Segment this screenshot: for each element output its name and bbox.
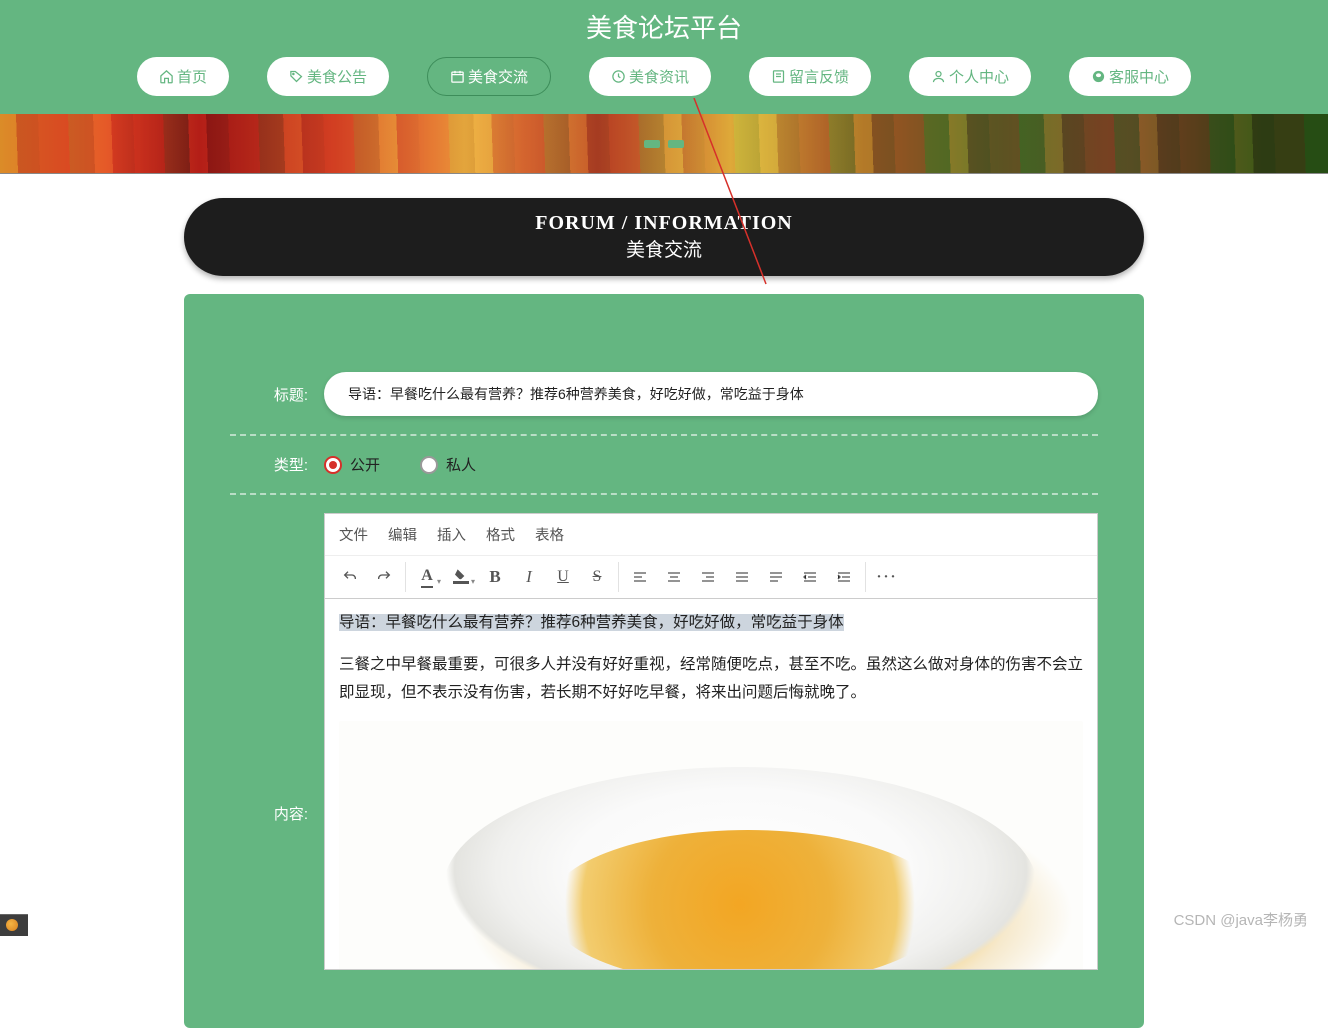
hero-banner (0, 114, 1328, 174)
bold-button[interactable]: B (478, 562, 512, 592)
strikethrough-button[interactable]: S (580, 562, 614, 592)
nav-feedback[interactable]: 留言反馈 (749, 57, 871, 96)
taskbar-stub (0, 914, 28, 936)
align-justify-button[interactable] (725, 562, 759, 592)
title-label: 标题: (230, 384, 308, 405)
align-left-button[interactable] (623, 562, 657, 592)
menu-insert[interactable]: 插入 (437, 524, 466, 545)
title-input[interactable] (324, 372, 1098, 416)
radio-icon (324, 456, 342, 474)
outdent-button[interactable] (793, 562, 827, 592)
nav-label: 美食公告 (307, 66, 367, 87)
editor-highlighted-text: 导语：早餐吃什么最有营养？推荐6种营养美食，好吃好做，常吃益于身体 (339, 614, 844, 631)
editor-content-area[interactable]: 导语：早餐吃什么最有营养？推荐6种营养美食，好吃好做，常吃益于身体 三餐之中早餐… (325, 599, 1097, 969)
site-header: 美食论坛平台 首页 美食公告 美食交流 美食资讯 留言反馈 个人中心 客服中心 (0, 0, 1328, 114)
radio-label: 公开 (350, 454, 380, 475)
nav-profile[interactable]: 个人中心 (909, 57, 1031, 96)
radio-icon (420, 456, 438, 474)
calendar-icon (450, 69, 465, 84)
menu-file[interactable]: 文件 (339, 524, 368, 545)
type-radio-group: 公开 私人 (324, 454, 476, 475)
nav-label: 美食交流 (468, 66, 528, 87)
nav-support[interactable]: 客服中心 (1069, 57, 1191, 96)
menu-table[interactable]: 表格 (535, 524, 564, 545)
radio-public[interactable]: 公开 (324, 454, 380, 475)
title-row: 标题: (230, 354, 1098, 434)
rich-text-editor: 文件 编辑 插入 格式 表格 A▾ ▾ B I (324, 513, 1098, 970)
watermark: CSDN @java李杨勇 (1174, 909, 1308, 930)
align-center-button[interactable] (657, 562, 691, 592)
nav-label: 美食资讯 (629, 66, 689, 87)
carousel-indicators[interactable] (644, 140, 684, 148)
indent-button[interactable] (827, 562, 861, 592)
nav-label: 留言反馈 (789, 66, 849, 87)
nav-announce[interactable]: 美食公告 (267, 57, 389, 96)
clock-icon (611, 69, 626, 84)
editor-toolbar: A▾ ▾ B I U S (325, 556, 1097, 599)
user-icon (931, 69, 946, 84)
content-label: 内容: (230, 513, 308, 824)
editor-paragraph: 三餐之中早餐最重要，可很多人并没有好好重视，经常随便吃点，甚至不吃。虽然这么做对… (339, 651, 1083, 707)
radio-private[interactable]: 私人 (420, 454, 476, 475)
section-title-cn: 美食交流 (184, 235, 1144, 262)
content-row: 内容: 文件 编辑 插入 格式 表格 A▾ ▾ (230, 493, 1098, 988)
home-icon (159, 69, 174, 84)
main-nav: 首页 美食公告 美食交流 美食资讯 留言反馈 个人中心 客服中心 (0, 57, 1328, 104)
underline-button[interactable]: U (546, 562, 580, 592)
menu-format[interactable]: 格式 (486, 524, 515, 545)
section-header: FORUM / INFORMATION 美食交流 (184, 198, 1144, 276)
bg-color-button[interactable]: ▾ (444, 562, 478, 592)
menu-edit[interactable]: 编辑 (388, 524, 417, 545)
carousel-dot[interactable] (668, 140, 684, 148)
nav-news[interactable]: 美食资讯 (589, 57, 711, 96)
align-right-button[interactable] (691, 562, 725, 592)
editor-menubar: 文件 编辑 插入 格式 表格 (325, 514, 1097, 556)
site-title: 美食论坛平台 (0, 0, 1328, 57)
italic-button[interactable]: I (512, 562, 546, 592)
nav-forum[interactable]: 美食交流 (427, 57, 551, 96)
nav-label: 客服中心 (1109, 66, 1169, 87)
text-color-button[interactable]: A▾ (410, 562, 444, 592)
nav-home[interactable]: 首页 (137, 57, 229, 96)
tag-icon (289, 69, 304, 84)
redo-button[interactable] (367, 562, 401, 592)
chat-icon (1091, 69, 1106, 84)
type-row: 类型: 公开 私人 (230, 434, 1098, 493)
more-button[interactable]: ··· (870, 562, 904, 592)
radio-label: 私人 (446, 454, 476, 475)
list-button[interactable] (759, 562, 793, 592)
nav-label: 个人中心 (949, 66, 1009, 87)
editor-inline-image[interactable] (339, 721, 1083, 969)
post-form: 标题: 类型: 公开 私人 内容: 文件 编辑 (184, 294, 1144, 1028)
nav-label: 首页 (177, 66, 207, 87)
note-icon (771, 69, 786, 84)
section-title-en: FORUM / INFORMATION (184, 212, 1144, 235)
type-label: 类型: (230, 454, 308, 475)
undo-button[interactable] (333, 562, 367, 592)
carousel-dot[interactable] (644, 140, 660, 148)
